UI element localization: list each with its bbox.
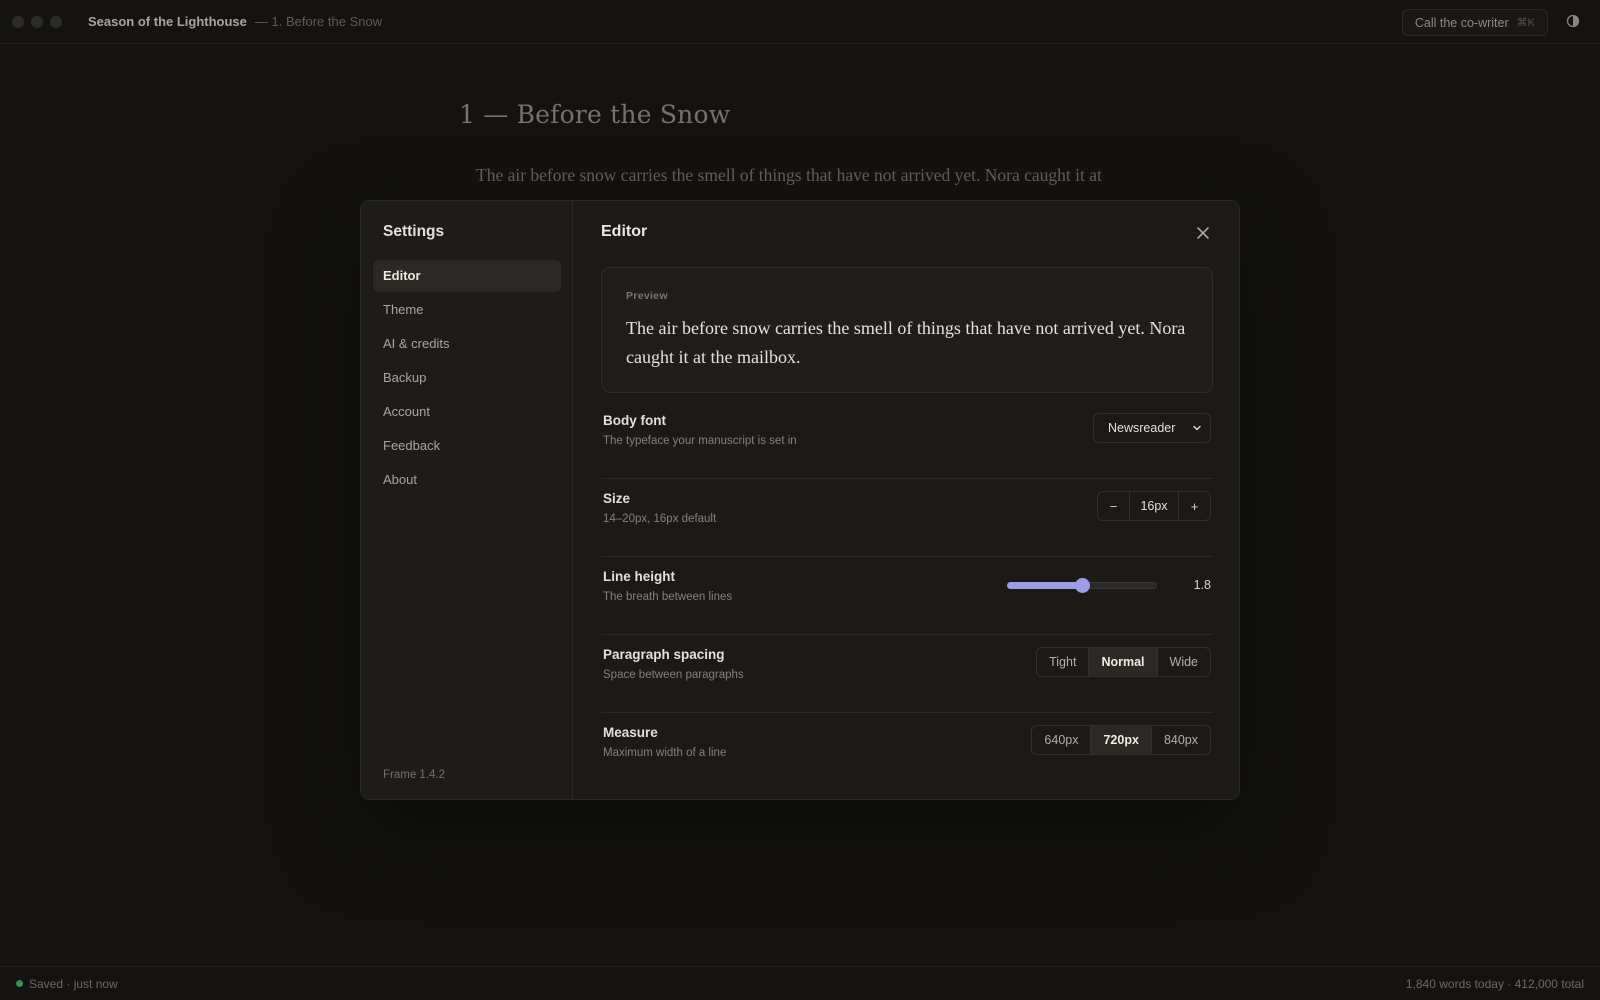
call-cowriter-button[interactable]: Call the co-writer ⌘K xyxy=(1401,9,1548,36)
settings-nav: Editor Theme AI & credits Backup Account… xyxy=(373,260,561,498)
title-bar: Season of the Lighthouse — 1. Before the… xyxy=(0,0,1600,44)
status-bar: Saved · just now 1,840 words today · 412… xyxy=(0,966,1600,1000)
nav-item-account[interactable]: Account xyxy=(373,396,561,428)
line-height-label: Line height xyxy=(603,569,675,584)
chevron-down-icon xyxy=(1193,425,1201,431)
minimize-window-button[interactable] xyxy=(31,15,43,28)
body-font-label: Body font xyxy=(603,413,666,428)
paragraph-spacing-row: Paragraph spacing Space between paragrap… xyxy=(601,635,1213,713)
word-count: 1,840 words today · 412,000 total xyxy=(1405,977,1584,991)
paragraph-spacing-segmented: Tight Normal Wide xyxy=(1036,647,1211,677)
nav-item-editor[interactable]: Editor xyxy=(373,260,561,292)
size-label: Size xyxy=(603,491,631,506)
font-preview: Preview The air before snow carries the … xyxy=(601,267,1213,393)
zoom-window-button[interactable] xyxy=(50,15,62,28)
line-height-value: 1.8 xyxy=(1193,578,1211,592)
measure-label: Measure xyxy=(603,725,658,740)
slider-thumb[interactable] xyxy=(1075,578,1090,593)
paragraph-spacing-description: Space between paragraphs xyxy=(603,669,744,681)
spacing-option-tight[interactable]: Tight xyxy=(1037,648,1088,676)
body-font-value: Newsreader xyxy=(1108,421,1176,435)
paragraph-spacing-label: Paragraph spacing xyxy=(603,647,725,662)
size-description: 14–20px, 16px default xyxy=(603,513,717,525)
settings-dialog: Settings Editor Theme AI & credits Backu… xyxy=(360,200,1240,800)
size-increment-button[interactable]: + xyxy=(1179,492,1210,520)
slider-fill xyxy=(1007,582,1082,589)
line-height-row: Line height The breath between lines 1.8 xyxy=(601,557,1213,635)
measure-row: Measure Maximum width of a line 640px 72… xyxy=(601,713,1213,791)
size-decrement-button[interactable]: − xyxy=(1098,492,1129,520)
contrast-toggle-icon[interactable] xyxy=(1566,14,1580,28)
measure-option-720[interactable]: 720px xyxy=(1090,726,1151,754)
size-stepper: − 16px + xyxy=(1097,491,1211,521)
nav-item-ai-credits[interactable]: AI & credits xyxy=(373,328,561,360)
nav-item-backup[interactable]: Backup xyxy=(373,362,561,394)
nav-item-feedback[interactable]: Feedback xyxy=(373,430,561,462)
settings-sidebar: Settings Editor Theme AI & credits Backu… xyxy=(361,201,573,799)
project-title: Season of the Lighthouse xyxy=(88,14,247,29)
body-font-description: The typeface your manuscript is set in xyxy=(603,435,797,447)
nav-item-theme[interactable]: Theme xyxy=(373,294,561,326)
preview-text: The air before snow carries the smell of… xyxy=(626,318,1186,367)
measure-option-640[interactable]: 640px xyxy=(1032,726,1090,754)
size-value: 16px xyxy=(1129,492,1179,520)
spacing-option-wide[interactable]: Wide xyxy=(1156,648,1210,676)
manuscript-paragraph: The air before snow carries the smell of… xyxy=(476,165,1102,185)
preview-label: Preview xyxy=(626,290,668,302)
body-font-row: Body font The typeface your manuscript i… xyxy=(601,401,1213,479)
measure-segmented: 640px 720px 840px xyxy=(1031,725,1211,755)
close-window-button[interactable] xyxy=(12,15,24,28)
size-row: Size 14–20px, 16px default − 16px + xyxy=(601,479,1213,557)
cowriter-shortcut: ⌘K xyxy=(1516,17,1535,29)
app-version: Frame 1.4.2 xyxy=(383,769,445,781)
close-icon[interactable] xyxy=(1195,225,1211,241)
line-height-slider[interactable] xyxy=(1007,578,1157,593)
save-status: Saved · just now xyxy=(29,976,118,991)
measure-description: Maximum width of a line xyxy=(603,747,727,759)
body-font-select[interactable]: Newsreader xyxy=(1093,413,1211,443)
spacing-option-normal[interactable]: Normal xyxy=(1088,648,1157,676)
chapter-heading: 1 — Before the Snow xyxy=(459,100,731,129)
window-controls xyxy=(12,15,62,28)
line-height-description: The breath between lines xyxy=(603,591,733,603)
measure-option-840[interactable]: 840px xyxy=(1150,726,1210,754)
saved-status-icon xyxy=(16,980,23,987)
nav-item-about[interactable]: About xyxy=(373,464,561,496)
settings-content: Editor Preview The air before snow carri… xyxy=(573,201,1239,799)
chapter-subtitle: — 1. Before the Snow xyxy=(254,14,383,29)
settings-title: Settings xyxy=(383,223,445,240)
cowriter-label: Call the co-writer xyxy=(1414,15,1509,30)
section-title: Editor xyxy=(601,223,648,240)
